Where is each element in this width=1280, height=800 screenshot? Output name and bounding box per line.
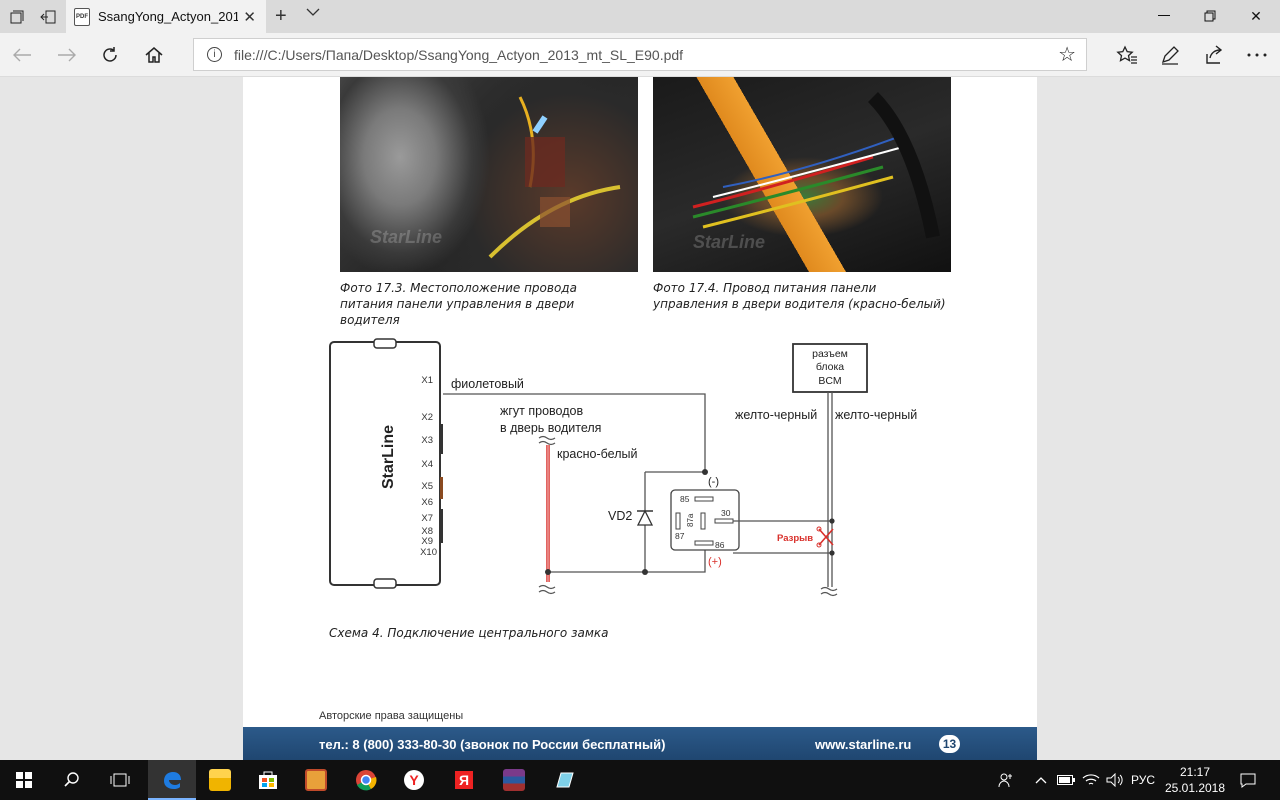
tab-title: SsangYong_Actyon_201 [98,9,238,24]
set-aside-tabs-icon[interactable] [37,6,59,28]
start-windows-icon[interactable] [0,760,48,800]
refresh-icon[interactable] [96,41,124,69]
back-icon[interactable] [8,41,36,69]
relay-pin-30: 30 [721,508,731,518]
system-clock[interactable]: 21:17 25.01.2018 [1162,764,1228,796]
show-hidden-icons-chevron-icon[interactable] [1032,760,1050,800]
navigation-bar: i file:///C:/Users/Папа/Desktop/SsangYon… [0,33,1280,77]
pin-label: X7 [421,513,433,524]
diode-vd2 [636,509,654,526]
edge-browser-icon[interactable] [148,760,196,800]
info-icon[interactable]: i [207,47,222,62]
photo-door-panel-wiring: StarLine [340,77,638,272]
yandex-browser-icon[interactable]: Y [390,760,438,800]
tab-preview-chevron-icon[interactable] [306,5,320,20]
yellow-black-label-left: желто-черный [735,408,817,422]
pdf-page: StarLine StarLine Фото 17.3. Местоположе… [243,77,1037,760]
relay-pin-87a: 87a [686,513,695,527]
yellow-black-label-right: желто-черный [835,408,917,422]
pin-label: X4 [421,459,433,470]
file-explorer-icon[interactable] [196,760,244,800]
bcm-label-line1: разъем [812,348,848,360]
wiring-diagram: StarLine X1 X2 X3 X4 X5 X6 X7 X8 X9 X10 … [329,338,917,597]
relay: 85 87a 87 30 86 [670,489,740,551]
photo-watermark: StarLine [370,227,443,247]
new-tab-icon[interactable]: + [275,5,287,28]
wifi-icon[interactable] [1080,760,1102,800]
bcm-label-line2: блока [816,361,844,373]
forward-icon[interactable] [53,41,81,69]
violet-wire-label: фиолетовый [451,377,524,391]
page-number: 13 [939,735,960,753]
close-window-icon[interactable]: ✕ [1233,4,1279,28]
footer-website: www.starline.ru [815,737,912,752]
title-bar: PDF SsangYong_Actyon_201 ✕ + ✕ [0,0,1280,33]
plus-label: (+) [708,556,722,568]
tab-list-icon[interactable] [6,6,28,28]
minimize-icon[interactable] [1141,4,1187,28]
page-footer: тел.: 8 (800) 333-80-30 (звонок по Росси… [243,727,1037,760]
pin-label: X1 [421,375,433,386]
unit-brand-label: StarLine [380,425,397,489]
favorite-star-icon[interactable]: ☆ [1058,42,1076,67]
red-white-label: красно-белый [557,447,637,461]
pin-label: X6 [421,497,433,508]
photo-red-white-wire: StarLine [653,77,951,272]
cut-scissors-icon [816,526,834,548]
copyright-text: Авторские права защищены [319,710,464,722]
clock-time: 21:17 [1179,765,1211,779]
pdf-icon: PDF [74,7,90,26]
minus-label: (-) [708,476,719,488]
pin-label: X2 [421,412,433,423]
taskbar: Y Я РУС 21:17 25.01.2018 [0,760,1280,800]
photo-caption: Фото 17.3. Местоположение провода питани… [340,281,577,327]
relay-pin-85: 85 [680,494,690,504]
search-icon[interactable] [48,760,96,800]
photo-watermark: StarLine [693,232,766,252]
people-icon[interactable] [994,760,1018,800]
url-text[interactable]: file:///C:/Users/Папа/Desktop/SsangYong_… [234,47,683,63]
pin-label: X10 [420,547,437,558]
schema-caption: Схема 4. Подключение центрального замка [329,626,609,640]
relay-pin-86: 86 [715,540,725,550]
winrar-icon[interactable] [490,760,538,800]
battery-icon[interactable] [1055,760,1077,800]
task-view-icon[interactable] [96,760,144,800]
media-player-icon[interactable] [292,760,340,800]
more-menu-icon[interactable] [1243,41,1271,69]
svg-text:Y: Y [409,772,419,788]
photo-caption: Фото 17.4. Провод питания панели управле… [653,281,946,311]
break-label: Разрыв [777,533,813,544]
close-tab-icon[interactable]: ✕ [243,8,256,26]
pin-label: X9 [421,536,433,547]
clock-date: 25.01.2018 [1164,781,1226,795]
diode-label: VD2 [608,509,632,523]
footer-phone: тел.: 8 (800) 333-80-30 (звонок по Росси… [319,737,666,752]
tab-active[interactable]: PDF SsangYong_Actyon_201 ✕ [66,0,266,33]
notifications-icon[interactable] [1236,760,1260,800]
address-bar[interactable]: i file:///C:/Users/Папа/Desktop/SsangYon… [193,38,1087,71]
pin-label: X5 [421,481,433,492]
share-icon[interactable] [1200,41,1228,69]
pin-label: X3 [421,435,433,446]
input-language[interactable]: РУС [1126,760,1160,800]
store-icon[interactable] [244,760,292,800]
bcm-label-line3: BCM [818,375,841,387]
relay-pin-87: 87 [675,531,685,541]
svg-text:Я: Я [459,772,469,788]
chrome-icon[interactable] [342,760,390,800]
restore-icon[interactable] [1187,4,1233,28]
harness-label-line1: жгут проводов [500,404,583,418]
pdf-viewer[interactable]: StarLine StarLine Фото 17.3. Местоположе… [0,77,1280,760]
pen-notes-icon[interactable] [1156,41,1184,69]
home-icon[interactable] [140,41,168,69]
app-icon[interactable] [540,760,588,800]
harness-label-line2: в дверь водителя [500,421,601,435]
yandex-icon[interactable]: Я [440,760,488,800]
favorites-list-icon[interactable] [1113,41,1141,69]
volume-icon[interactable] [1104,760,1126,800]
